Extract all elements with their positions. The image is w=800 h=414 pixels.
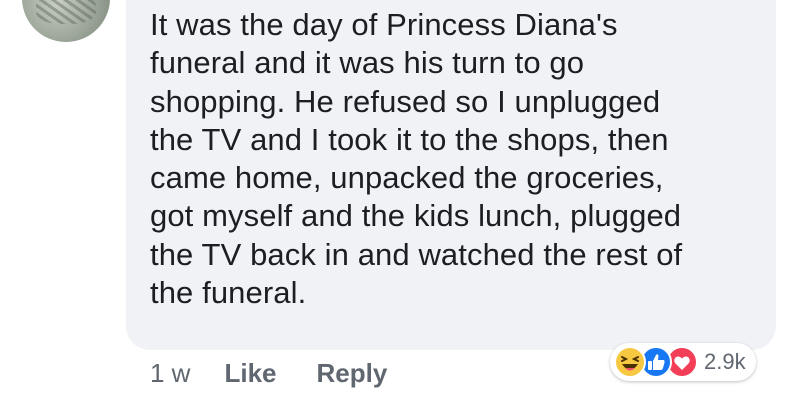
avatar[interactable] bbox=[22, 0, 110, 42]
like-button[interactable]: Like bbox=[224, 358, 276, 389]
comment-line: got myself and the kids lunch, plugged bbox=[150, 198, 682, 234]
comment-line: the TV back in and watched the rest of bbox=[150, 236, 683, 272]
reaction-count: 2.9k bbox=[704, 349, 746, 374]
reply-button[interactable]: Reply bbox=[317, 358, 388, 389]
comment-timestamp[interactable]: 1 w bbox=[150, 358, 190, 389]
comment-line: It was the day of Princess Diana's bbox=[150, 7, 618, 42]
reactions-summary[interactable]: 2.9k bbox=[610, 343, 756, 381]
comment-line: the funeral. bbox=[150, 275, 307, 311]
comment-line: came home, unpacked the groceries, bbox=[150, 160, 664, 196]
comment-line: the TV and I took it to the shops, then bbox=[150, 121, 669, 157]
comment-line: shopping. He refused so I unplugged bbox=[150, 83, 661, 119]
comment-text: It was the day of Princess Diana's funer… bbox=[150, 6, 760, 312]
laugh-reaction-icon bbox=[614, 346, 646, 378]
comment-actions: 1 w Like Reply bbox=[150, 358, 387, 389]
comment-line: funeral and it was his turn to go bbox=[150, 45, 585, 81]
